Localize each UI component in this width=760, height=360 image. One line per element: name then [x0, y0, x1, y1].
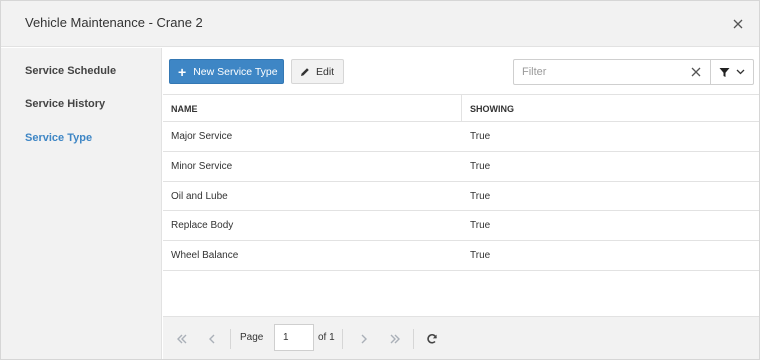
edit-label: Edit [316, 65, 335, 78]
cell-showing: True [470, 160, 491, 172]
table-row[interactable]: Major Service True [163, 122, 759, 152]
page-number-input[interactable] [274, 324, 314, 351]
pager-separator [413, 329, 414, 349]
cell-showing: True [470, 131, 491, 142]
next-page-button[interactable] [355, 330, 373, 348]
filter-options-dropdown[interactable] [710, 59, 754, 85]
cell-showing: True [470, 190, 491, 202]
pencil-icon [301, 67, 309, 76]
cell-showing: True [470, 220, 491, 232]
cell-name: Replace Body [171, 220, 234, 232]
first-page-button[interactable] [173, 330, 191, 348]
close-button[interactable] [727, 13, 749, 35]
table-row[interactable]: Replace Body True [163, 211, 759, 242]
close-icon [733, 19, 743, 29]
sidebar-item-service-history[interactable]: Service History [25, 98, 105, 110]
plus-icon: + [178, 63, 187, 80]
pager-separator [342, 329, 343, 349]
pagination-bar: Page of 1 [163, 316, 759, 359]
column-header-name[interactable]: NAME [171, 104, 198, 114]
toolbar: + New Service Type Edit [163, 48, 759, 95]
last-page-icon [390, 334, 400, 344]
filter-field [513, 59, 711, 85]
refresh-button[interactable] [423, 330, 441, 348]
table-header: NAME SHOWING [163, 95, 759, 122]
last-page-button[interactable] [386, 330, 404, 348]
table-row[interactable]: Minor Service True [163, 152, 759, 182]
cell-showing: True [470, 250, 491, 262]
page-label: Page [240, 332, 264, 343]
column-divider [461, 95, 462, 122]
sidebar-item-service-schedule[interactable]: Service Schedule [25, 65, 116, 77]
pager-separator [230, 329, 231, 349]
dialog-title: Vehicle Maintenance - Crane 2 [25, 15, 203, 30]
new-service-type-button[interactable]: + New Service Type [169, 59, 284, 84]
chevron-down-icon [736, 69, 745, 75]
clear-icon[interactable] [690, 66, 702, 78]
table-row[interactable]: Wheel Balance True [163, 241, 759, 271]
sidebar-item-service-type[interactable]: Service Type [25, 132, 92, 144]
sidebar: Service Schedule Service History Service… [1, 48, 162, 359]
first-page-icon [177, 334, 187, 344]
main-panel: + New Service Type Edit Filter NAME SHOW… [163, 48, 759, 359]
service-type-table: NAME SHOWING Major Service True Minor Se… [163, 95, 759, 271]
filter-input[interactable] [514, 60, 684, 84]
previous-page-icon [209, 334, 215, 344]
page-count-label: of 1 [318, 332, 335, 343]
next-page-icon [361, 334, 367, 344]
cell-name: Wheel Balance [171, 250, 239, 262]
column-header-showing[interactable]: SHOWING [470, 104, 514, 114]
edit-button[interactable]: Edit [291, 59, 344, 84]
refresh-icon [427, 334, 437, 344]
new-service-type-label: New Service Type [193, 65, 278, 78]
cell-name: Major Service [171, 131, 233, 142]
title-bar: Vehicle Maintenance - Crane 2 [1, 1, 759, 47]
dialog-window: Vehicle Maintenance - Crane 2 Service Sc… [0, 0, 760, 360]
funnel-icon [719, 67, 730, 77]
cell-name: Minor Service [171, 160, 233, 172]
previous-page-button[interactable] [203, 330, 221, 348]
table-row[interactable]: Oil and Lube True [163, 182, 759, 212]
cell-name: Oil and Lube [171, 190, 228, 202]
